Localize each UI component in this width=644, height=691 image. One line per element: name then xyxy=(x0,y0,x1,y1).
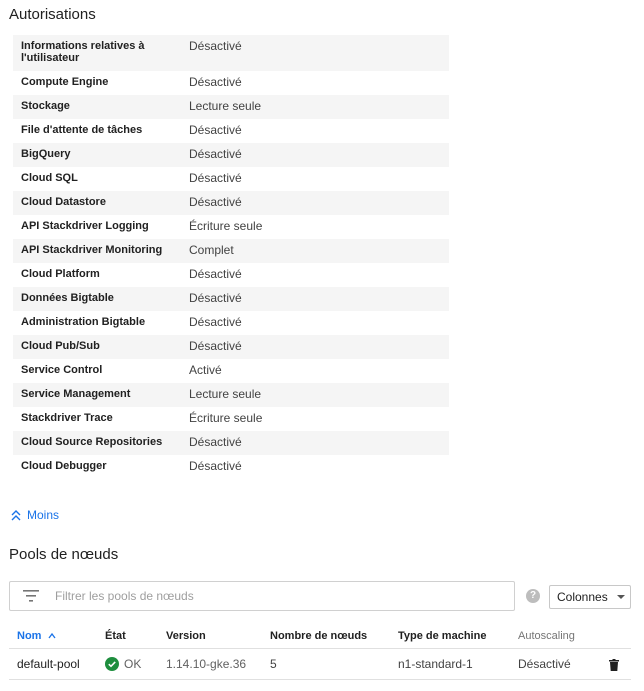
permission-row: Stockage Lecture seule xyxy=(13,95,449,119)
permission-value: Écriture seule xyxy=(189,219,263,233)
permission-row: Cloud Source Repositories Désactivé xyxy=(13,431,449,455)
header-name-label: Nom xyxy=(17,630,42,642)
permission-value: Désactivé xyxy=(189,39,242,53)
permission-row: API Stackdriver Logging Écriture seule xyxy=(13,215,449,239)
node-pools-table: Nom État Version Nombre de nœuds Type de… xyxy=(9,624,631,680)
permission-row: Informations relatives à l'utilisateur D… xyxy=(13,35,449,71)
permission-value: Désactivé xyxy=(189,435,242,449)
permission-row: Service Control Activé xyxy=(13,359,449,383)
permission-value: Lecture seule xyxy=(189,99,262,113)
permission-value: Désactivé xyxy=(189,291,242,305)
permission-value: Complet xyxy=(189,243,234,257)
header-machine-type[interactable]: Type de machine xyxy=(398,624,518,649)
columns-button[interactable]: Colonnes xyxy=(549,585,631,609)
permission-label: Cloud Platform xyxy=(21,268,100,280)
permission-value: Désactivé xyxy=(189,339,242,353)
permission-row: Cloud Pub/Sub Désactivé xyxy=(13,335,449,359)
permission-value: Désactivé xyxy=(189,459,242,473)
header-name[interactable]: Nom xyxy=(9,624,105,649)
table-header-row: Nom État Version Nombre de nœuds Type de… xyxy=(9,624,631,649)
permission-row: Service Management Lecture seule xyxy=(13,383,449,407)
pool-status: OK xyxy=(105,648,166,680)
filter-input[interactable] xyxy=(53,588,477,604)
less-link-label: Moins xyxy=(27,508,60,522)
permission-row: Administration Bigtable Désactivé xyxy=(13,311,449,335)
permission-label: Cloud Debugger xyxy=(21,460,107,472)
permission-label: Données Bigtable xyxy=(21,292,114,304)
filter-icon xyxy=(23,590,39,602)
permission-label: Informations relatives à l'utilisateur xyxy=(21,40,145,64)
permission-label: Stockage xyxy=(21,100,70,112)
permission-value: Désactivé xyxy=(189,315,242,329)
pool-autoscaling: Désactivé xyxy=(518,648,609,680)
caret-down-icon xyxy=(616,595,625,599)
pool-name-link[interactable]: default-pool xyxy=(9,648,105,680)
header-version[interactable]: Version xyxy=(166,624,270,649)
permission-label: API Stackdriver Logging xyxy=(21,220,149,232)
permission-label: Stackdriver Trace xyxy=(21,412,113,424)
table-row[interactable]: default-pool OK 1.14.10-gke.36 5 n1-stan… xyxy=(9,648,631,680)
permission-value: Désactivé xyxy=(189,195,242,209)
columns-button-label: Colonnes xyxy=(557,590,608,604)
permission-label: Service Control xyxy=(21,364,103,376)
permission-row: Cloud Platform Désactivé xyxy=(13,263,449,287)
permission-row: Cloud Debugger Désactivé xyxy=(13,455,449,479)
permission-row: File d'attente de tâches Désactivé xyxy=(13,119,449,143)
permission-value: Désactivé xyxy=(189,267,242,281)
sort-arrow-up-icon xyxy=(47,633,56,639)
trash-icon xyxy=(609,658,619,671)
chevron-up-double-icon xyxy=(11,510,21,521)
node-pools-title: Pools de nœuds xyxy=(9,546,119,563)
pool-machine-type: n1-standard-1 xyxy=(398,648,518,680)
check-circle-icon xyxy=(105,657,119,671)
permission-label: BigQuery xyxy=(21,148,71,160)
permissions-title: Autorisations xyxy=(9,6,96,23)
permission-value: Désactivé xyxy=(189,75,242,89)
permission-value: Lecture seule xyxy=(189,387,262,401)
header-autoscaling: Autoscaling xyxy=(518,624,609,649)
permission-label: API Stackdriver Monitoring xyxy=(21,244,163,256)
permission-row: API Stackdriver Monitoring Complet xyxy=(13,239,449,263)
permission-row: BigQuery Désactivé xyxy=(13,143,449,167)
permission-row: Données Bigtable Désactivé xyxy=(13,287,449,311)
permission-label: Compute Engine xyxy=(21,76,109,88)
permission-value: Désactivé xyxy=(189,171,242,185)
pool-status-label: OK xyxy=(124,657,142,671)
pool-node-count: 5 xyxy=(270,648,398,680)
permission-row: Compute Engine Désactivé xyxy=(13,71,449,95)
permission-value: Désactivé xyxy=(189,123,242,137)
delete-button[interactable] xyxy=(609,648,631,680)
permission-label: Cloud Datastore xyxy=(21,196,106,208)
permission-value: Activé xyxy=(189,363,222,377)
permission-label: Service Management xyxy=(21,388,131,400)
permission-value: Écriture seule xyxy=(189,411,263,425)
header-node-count[interactable]: Nombre de nœuds xyxy=(270,624,398,649)
help-icon[interactable]: ? xyxy=(526,589,540,603)
permission-row: Cloud SQL Désactivé xyxy=(13,167,449,191)
permission-value: Désactivé xyxy=(189,147,242,161)
permission-label: Cloud Source Repositories xyxy=(21,436,163,448)
permission-row: Cloud Datastore Désactivé xyxy=(13,191,449,215)
permission-label: Cloud SQL xyxy=(21,172,78,184)
filter-box[interactable] xyxy=(9,581,515,611)
header-status[interactable]: État xyxy=(105,624,166,649)
pool-version: 1.14.10-gke.36 xyxy=(166,648,270,680)
header-actions xyxy=(609,624,631,649)
permission-label: Cloud Pub/Sub xyxy=(21,340,100,352)
permission-row: Stackdriver Trace Écriture seule xyxy=(13,407,449,431)
permissions-table: Informations relatives à l'utilisateur D… xyxy=(13,35,449,479)
permission-label: Administration Bigtable xyxy=(21,316,146,328)
less-link[interactable]: Moins xyxy=(10,508,59,522)
permission-label: File d'attente de tâches xyxy=(21,124,143,136)
